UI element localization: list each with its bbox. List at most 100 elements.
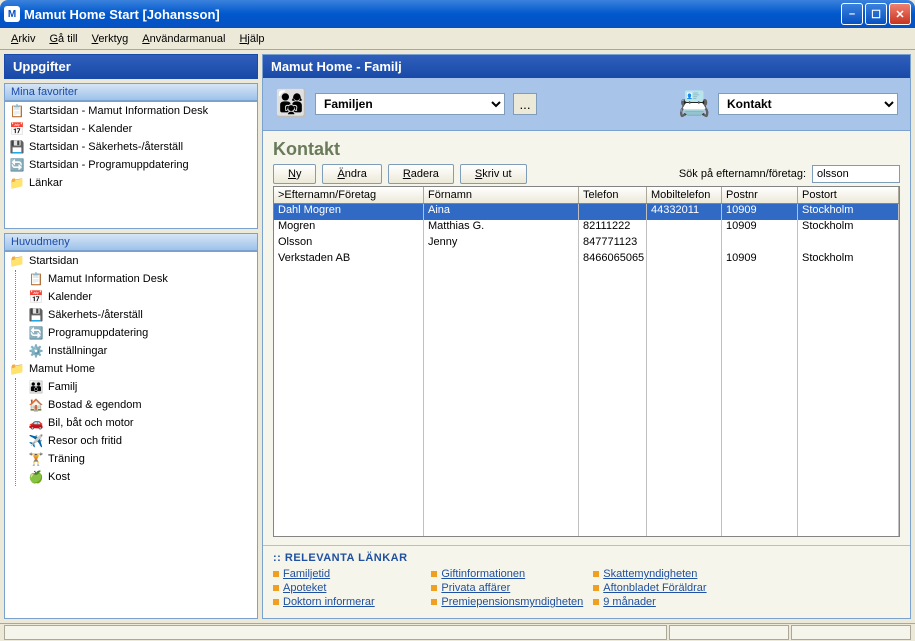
tree-node[interactable]: 📁Startsidan (5, 252, 257, 270)
contact-icon: 📇 (678, 88, 710, 120)
tree-child[interactable]: ⚙️Inställningar (24, 342, 257, 360)
mainmenu-panel: Huvudmeny 📁Startsidan📋Mamut Information … (4, 233, 258, 619)
tree-label: Säkerhets-/återställ (48, 309, 143, 321)
cell: 10909 (722, 252, 798, 268)
menu-gatill[interactable]: Gå till (43, 31, 83, 47)
table-row[interactable]: Verkstaden AB846606506510909Stockholm (274, 252, 899, 268)
menu-verktyg[interactable]: Verktyg (86, 31, 135, 47)
cell: 847771123 (579, 236, 647, 252)
link-label: Privata affärer (441, 582, 510, 594)
table-row[interactable]: Dahl MogrenAina4433201110909Stockholm (274, 204, 899, 220)
link-label: 9 månader (603, 596, 656, 608)
column-header[interactable]: Postort (798, 187, 899, 203)
favorite-label: Startsidan - Kalender (29, 123, 132, 135)
menu-help[interactable]: Hjälp (233, 31, 270, 47)
related-link[interactable]: Aftonbladet Föräldrar (593, 582, 741, 594)
menu-arkiv[interactable]: Arkiv (5, 31, 41, 47)
main-area: Uppgifter Mina favoriter 📋Startsidan - M… (0, 50, 915, 623)
plane-icon: ✈️ (28, 433, 44, 449)
tree-child[interactable]: 📋Mamut Information Desk (24, 270, 257, 288)
tree-label: Startsidan (29, 255, 79, 267)
bullet-icon (431, 599, 437, 605)
favorite-label: Startsidan - Mamut Information Desk (29, 105, 208, 117)
delete-button[interactable]: Radera (388, 164, 454, 184)
tree-child[interactable]: 🏠Bostad & egendom (24, 396, 257, 414)
tree-label: Bil, båt och motor (48, 417, 134, 429)
column-header[interactable]: Mobiltelefon (647, 187, 722, 203)
bullet-icon (273, 585, 279, 591)
statusbar (0, 623, 915, 641)
column-header[interactable]: Förnamn (424, 187, 579, 203)
window-title: Mamut Home Start [Johansson] (24, 7, 841, 22)
tree-child[interactable]: 🏋️Träning (24, 450, 257, 468)
cell: 82111222 (579, 220, 647, 236)
selector-bar: 👨‍👩‍👧 Familjen ... 📇 Kontakt (263, 78, 910, 131)
maximize-button[interactable]: ☐ (865, 3, 887, 25)
tree-child[interactable]: 👪 Familj (24, 378, 257, 396)
minimize-button[interactable]: – (841, 3, 863, 25)
column-header[interactable]: >Efternamn/Företag (274, 187, 424, 203)
tree-child[interactable]: 🚗Bil, båt och motor (24, 414, 257, 432)
favorite-label: Länkar (29, 177, 63, 189)
info-icon: 📋 (28, 271, 44, 287)
disk-icon: 💾 (9, 139, 25, 155)
content-area: Kontakt Ny Ändra Radera Skriv ut Sök på … (263, 131, 910, 545)
bullet-icon (431, 571, 437, 577)
links-section: :: RELEVANTA LÄNKAR Familjetid Giftinform… (263, 545, 910, 618)
favorite-item[interactable]: 💾Startsidan - Säkerhets-/återställ (5, 138, 257, 156)
right-panel: Mamut Home - Familj 👨‍👩‍👧 Familjen ... 📇… (262, 54, 911, 619)
print-button[interactable]: Skriv ut (460, 164, 527, 184)
tree-node[interactable]: 📁Mamut Home (5, 360, 257, 378)
related-link[interactable]: Giftinformationen (431, 568, 583, 580)
browse-button[interactable]: ... (513, 93, 537, 115)
tree-child[interactable]: 📅Kalender (24, 288, 257, 306)
cell: 10909 (722, 220, 798, 236)
cell: Jenny (424, 236, 579, 252)
tree-label: Familj (48, 381, 77, 393)
view-dropdown[interactable]: Kontakt (718, 93, 898, 115)
related-link[interactable]: Premiepensionsmyndigheten (431, 596, 583, 608)
home-small-icon: 🏠 (28, 397, 44, 413)
favorite-item[interactable]: 📋Startsidan - Mamut Information Desk (5, 102, 257, 120)
column-header[interactable]: Telefon (579, 187, 647, 203)
cell: Stockholm (798, 220, 899, 236)
tree-label: Resor och fritid (48, 435, 122, 447)
cell: 10909 (722, 204, 798, 220)
family-dropdown[interactable]: Familjen (315, 93, 505, 115)
tree-child[interactable]: 💾Säkerhets-/återställ (24, 306, 257, 324)
new-button[interactable]: Ny (273, 164, 316, 184)
edit-button[interactable]: Ändra (322, 164, 381, 184)
family-icon: 👪 (28, 379, 44, 395)
related-link[interactable]: Doktorn informerar (273, 596, 421, 608)
favorite-item[interactable]: 📅 Startsidan - Kalender (5, 120, 257, 138)
bullet-icon (273, 599, 279, 605)
search-input[interactable] (812, 165, 900, 183)
cell: 8466065065 (579, 252, 647, 268)
column-header[interactable]: Postnr (722, 187, 798, 203)
related-link[interactable]: Familjetid (273, 568, 421, 580)
mainmenu-tree: 📁Startsidan📋Mamut Information Desk📅Kalen… (4, 251, 258, 619)
related-link[interactable]: Privata affärer (431, 582, 583, 594)
links-title: :: RELEVANTA LÄNKAR (273, 552, 900, 564)
menu-manual[interactable]: Användarmanual (136, 31, 231, 47)
family-icon: 👨‍👩‍👧 (275, 88, 307, 120)
favorites-panel: Mina favoriter 📋Startsidan - Mamut Infor… (4, 83, 258, 229)
tree-child[interactable]: 🔄Programuppdatering (24, 324, 257, 342)
left-panel: Uppgifter Mina favoriter 📋Startsidan - M… (4, 54, 258, 619)
grid-body[interactable]: Dahl MogrenAina4433201110909StockholmMog… (274, 204, 899, 536)
tree-child[interactable]: ✈️ Resor och fritid (24, 432, 257, 450)
related-link[interactable]: 9 månader (593, 596, 741, 608)
related-link[interactable]: Skattemyndigheten (593, 568, 741, 580)
tree-child[interactable]: 🍏Kost (24, 468, 257, 486)
tasks-header: Uppgifter (4, 54, 258, 79)
related-link[interactable]: Apoteket (273, 582, 421, 594)
favorite-item[interactable]: 🔄Startsidan - Programuppdatering (5, 156, 257, 174)
table-row[interactable]: OlssonJenny847771123 (274, 236, 899, 252)
calendar-icon: 📅 (9, 121, 25, 137)
favorites-header: Mina favoriter (4, 83, 258, 101)
close-button[interactable]: ✕ (889, 3, 911, 25)
tree-label: Träning (48, 453, 85, 465)
table-row[interactable]: MogrenMatthias G.8211122210909Stockholm (274, 220, 899, 236)
links-grid: Familjetid Giftinformationen Skattemyndigh… (273, 568, 900, 608)
favorite-item[interactable]: 📁Länkar (5, 174, 257, 192)
